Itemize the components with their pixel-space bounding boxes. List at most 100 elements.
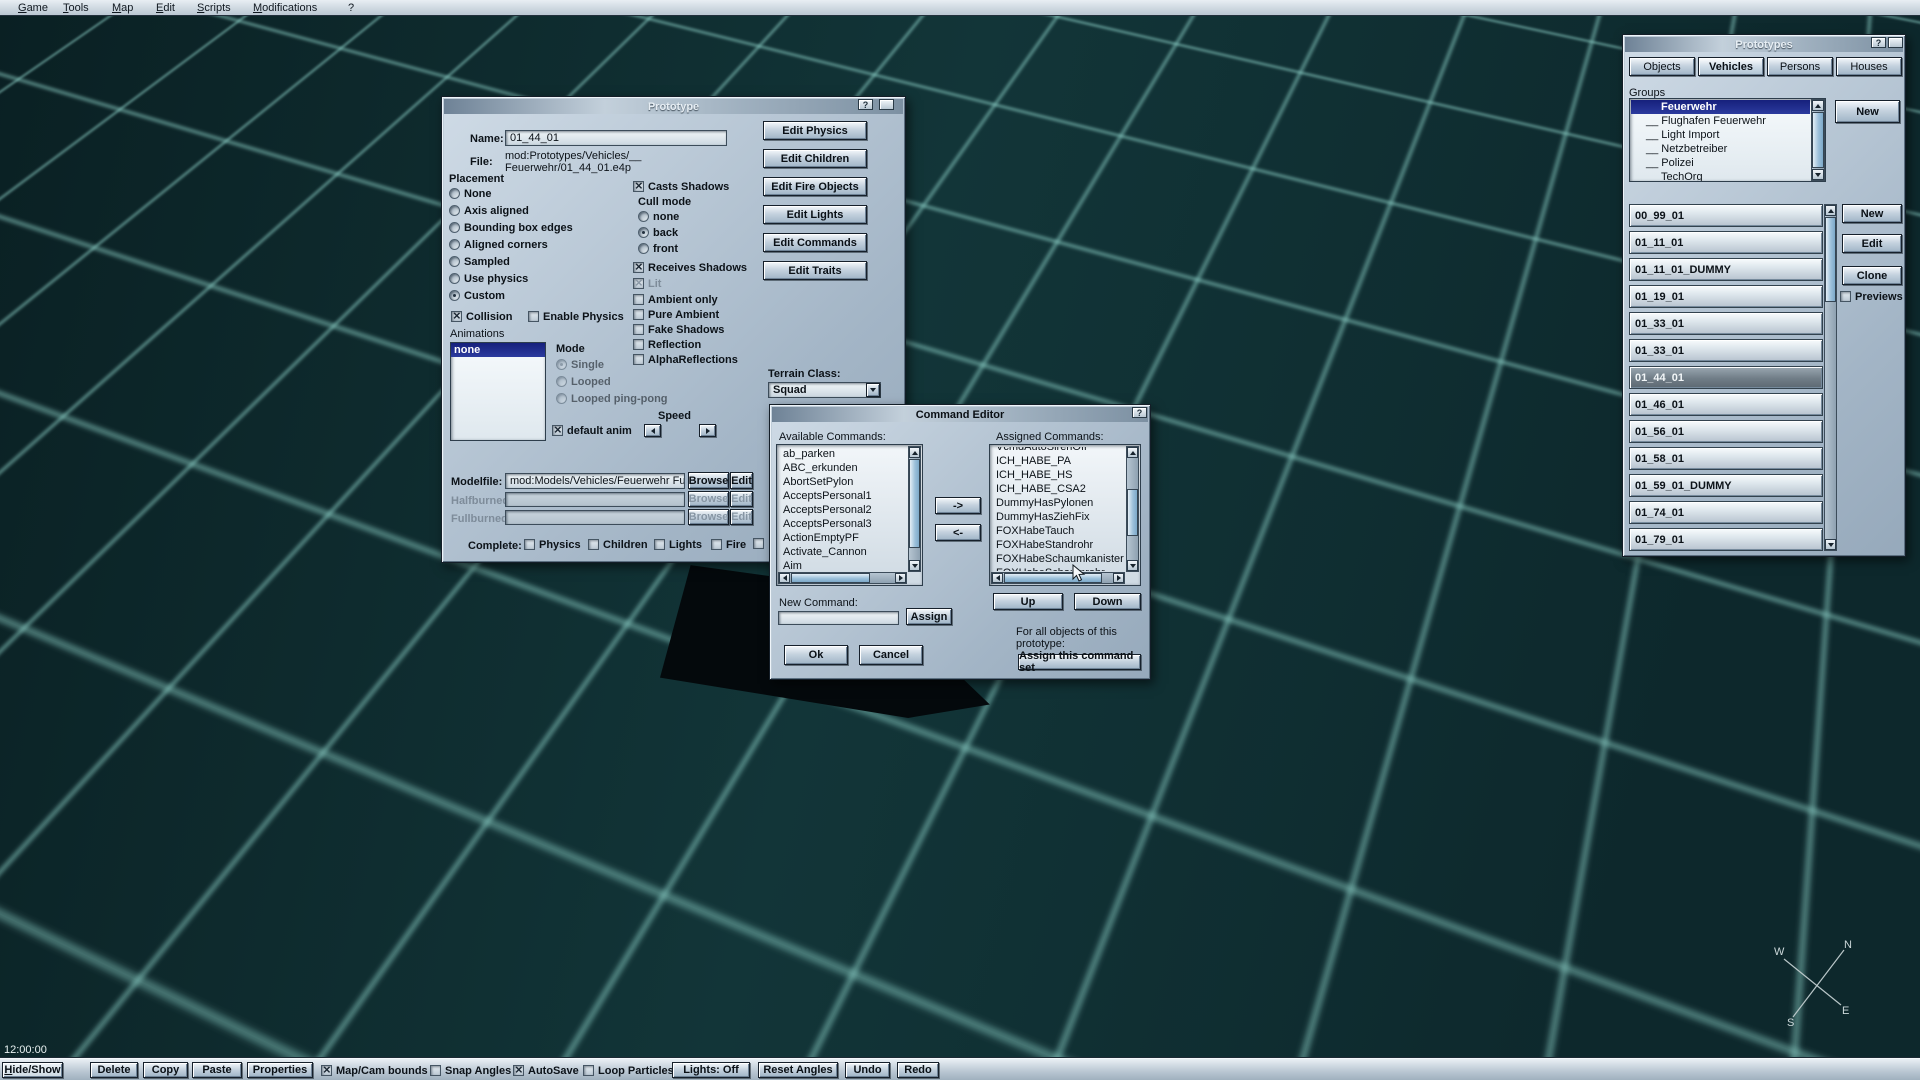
speed-decrement-button[interactable] — [644, 424, 661, 437]
placement-radio[interactable]: Axis aligned — [449, 204, 573, 217]
checkbox-icon[interactable] — [654, 539, 665, 550]
list-item[interactable]: DummyHasPylonen — [992, 496, 1125, 510]
prototype-id-item[interactable]: 01_59_01_DUMMY — [1629, 474, 1823, 497]
map-cam-bounds-checkbox[interactable]: Map/Cam bounds — [321, 1064, 428, 1077]
list-item[interactable]: ICH_HABE_HS — [992, 468, 1125, 482]
properties-button[interactable]: Properties — [247, 1062, 313, 1078]
tab[interactable]: Houses — [1836, 57, 1902, 76]
radio-icon[interactable] — [449, 273, 460, 284]
undo-button[interactable]: Undo — [845, 1062, 890, 1078]
prototype-id-item[interactable]: 01_46_01 — [1629, 393, 1823, 416]
down-button[interactable]: Down — [1074, 593, 1141, 610]
edit-button[interactable]: Edit Children — [763, 149, 867, 168]
receives-shadows-checkbox[interactable]: Receives Shadows — [633, 261, 747, 274]
scroll-up-icon[interactable] — [1812, 100, 1824, 111]
lights-toggle-button[interactable]: Lights: Off — [672, 1062, 750, 1078]
checkbox-icon[interactable] — [583, 1065, 594, 1076]
pure-ambient-checkbox[interactable]: Pure Ambient — [633, 308, 719, 321]
prototype-id-item[interactable]: 01_33_01 — [1629, 312, 1823, 335]
list-item[interactable]: FOXHabeSchaumkanister — [992, 552, 1125, 566]
horizontal-scrollbar[interactable] — [991, 572, 1125, 584]
available-commands-listbox[interactable]: ab_parken ABC_erkunden AbortSetPylon Acc… — [776, 444, 923, 586]
edit-button[interactable]: Edit Fire Objects — [763, 177, 867, 196]
up-button[interactable]: Up — [993, 593, 1063, 610]
group-item[interactable]: __ Light Import — [1631, 128, 1810, 142]
mode-radio[interactable]: Looped — [556, 375, 668, 388]
checkbox-icon[interactable] — [633, 339, 644, 350]
radio-icon[interactable] — [449, 290, 460, 301]
scroll-down-icon[interactable] — [909, 560, 920, 571]
lit-checkbox[interactable]: Lit — [633, 277, 661, 290]
command-editor-titlebar[interactable]: Command Editor — [772, 407, 1148, 422]
checkbox-icon[interactable] — [633, 324, 644, 335]
copy-button[interactable]: Copy — [143, 1062, 188, 1078]
scrollbar-thumb[interactable] — [791, 573, 870, 583]
checkbox-icon[interactable] — [633, 354, 644, 365]
radio-icon[interactable] — [449, 188, 460, 199]
redo-button[interactable]: Redo — [897, 1062, 939, 1078]
modelfile-field[interactable]: mod:Models/Vehicles/Feuerwehr Fuc — [505, 473, 685, 489]
list-item[interactable]: AcceptsPersonal1 — [779, 489, 907, 503]
prototype-dialog-titlebar[interactable]: Prototype — [444, 99, 903, 114]
new-prototype-button[interactable]: New — [1842, 204, 1902, 223]
new-group-button[interactable]: New — [1835, 100, 1900, 123]
edit-button[interactable]: Edit Commands — [763, 233, 867, 252]
placement-radio[interactable]: None — [449, 187, 573, 200]
alpha-reflections-checkbox[interactable]: AlphaReflections — [633, 353, 738, 366]
list-item[interactable]: FOXHabeSchaumrohr — [992, 566, 1125, 571]
list-item[interactable]: Activate_Cannon — [779, 545, 907, 559]
cull-radio[interactable]: front — [638, 242, 679, 255]
autosave-checkbox[interactable]: AutoSave — [513, 1064, 579, 1077]
complete-extra-checkbox[interactable] — [753, 538, 764, 549]
checkbox-icon[interactable] — [528, 311, 539, 322]
tab[interactable]: Objects — [1629, 57, 1695, 76]
close-icon[interactable] — [879, 99, 894, 110]
checkbox-icon[interactable] — [321, 1065, 332, 1076]
assigned-commands-listbox[interactable]: VcmdAutoSirenOff ICH_HABE_PA ICH_HABE_HS… — [989, 444, 1141, 586]
checkbox-icon[interactable] — [451, 311, 462, 322]
ok-button[interactable]: Ok — [784, 645, 848, 665]
scroll-up-icon[interactable] — [1825, 205, 1836, 216]
group-item[interactable]: Feuerwehr — [1631, 100, 1810, 114]
radio-icon[interactable] — [638, 211, 649, 222]
collision-checkbox[interactable]: Collision — [451, 310, 512, 323]
list-item[interactable]: ICH_HABE_CSA2 — [992, 482, 1125, 496]
edit-button[interactable]: Edit Traits — [763, 261, 867, 280]
assign-command-set-button[interactable]: Assign this command set — [1018, 654, 1141, 670]
scrollbar-thumb[interactable] — [1825, 217, 1836, 302]
dropdown-arrow-button[interactable] — [866, 383, 880, 397]
help-icon[interactable]: ? — [1871, 37, 1886, 48]
list-item[interactable]: ab_parken — [779, 447, 907, 461]
snap-angles-checkbox[interactable]: Snap Angles — [430, 1064, 511, 1077]
list-item[interactable]: AbortSetPylon — [779, 475, 907, 489]
modelfile-browse-button[interactable]: Browse — [688, 472, 729, 489]
radio-icon[interactable] — [556, 393, 567, 404]
scroll-left-icon[interactable] — [779, 573, 790, 583]
default-anim-checkbox[interactable]: default anim — [552, 424, 632, 437]
groups-listbox[interactable]: Feuerwehr __ Flughafen Feuerwehr __ Ligh… — [1629, 98, 1826, 182]
close-icon[interactable] — [1888, 37, 1903, 48]
prototype-id-item[interactable]: 01_19_01 — [1629, 285, 1823, 308]
terrain-class-dropdown[interactable]: Squad — [768, 382, 881, 398]
list-item[interactable]: DummyHasZiehFix — [992, 510, 1125, 524]
reflection-checkbox[interactable]: Reflection — [633, 338, 701, 351]
scroll-down-icon[interactable] — [1812, 169, 1824, 180]
group-item[interactable]: __ Polizei — [1631, 156, 1810, 170]
list-item[interactable]: FOXHabeStandrohr — [992, 538, 1125, 552]
scroll-right-icon[interactable] — [895, 573, 906, 583]
mode-radio[interactable]: Looped ping-pong — [556, 392, 668, 405]
menu-help[interactable]: ? — [348, 2, 354, 14]
scroll-down-icon[interactable] — [1127, 560, 1138, 571]
prototypes-panel-titlebar[interactable]: Prototypes — [1625, 37, 1903, 52]
menu-edit[interactable]: Edit — [156, 2, 175, 14]
scroll-up-icon[interactable] — [1127, 447, 1138, 458]
radio-icon[interactable] — [638, 243, 649, 254]
scrollbar-thumb[interactable] — [1127, 489, 1138, 536]
complete-children-checkbox[interactable]: Children — [588, 538, 648, 551]
vertical-scrollbar[interactable] — [1126, 446, 1139, 572]
checkbox-icon[interactable] — [633, 294, 644, 305]
complete-physics-checkbox[interactable]: Physics — [524, 538, 581, 551]
placement-radio[interactable]: Sampled — [449, 255, 573, 268]
checkbox-icon[interactable] — [711, 539, 722, 550]
radio-icon[interactable] — [556, 376, 567, 387]
